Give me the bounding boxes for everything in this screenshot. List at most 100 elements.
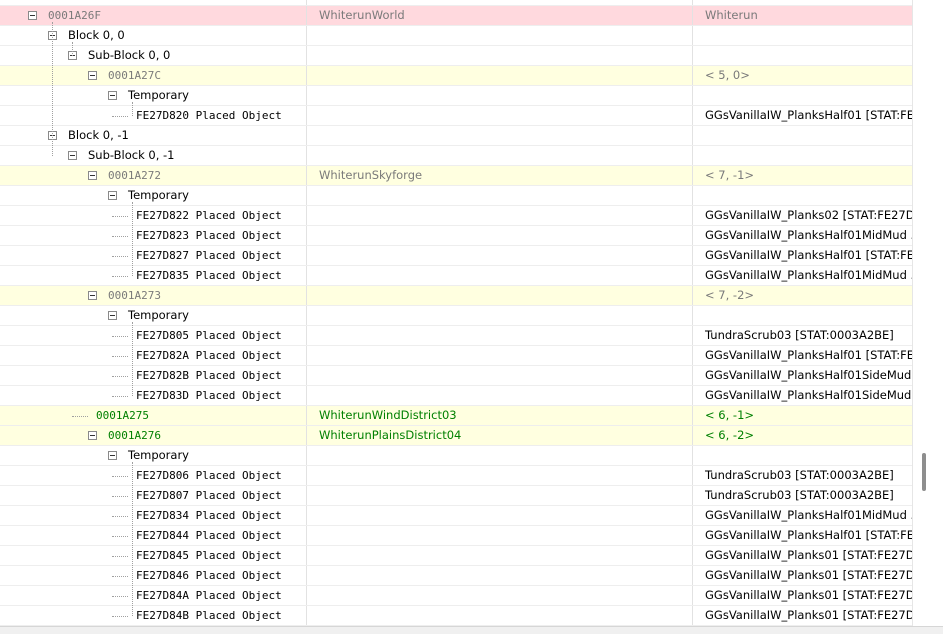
tree-node-cell[interactable]: Block 0, 0 <box>0 26 306 45</box>
scrollbar-thumb[interactable] <box>922 453 926 491</box>
tree-row[interactable]: FE27D805 Placed Object TundraScrub03 [STA… <box>0 326 913 346</box>
column-separator <box>692 86 693 105</box>
tree-node-label: FE27D823 Placed Object <box>136 229 282 242</box>
tree-node-cell[interactable]: Block 0, -1 <box>0 126 306 145</box>
tree-row[interactable]: FE27D846 Placed Object GGsVanillaIW_Plank… <box>0 566 913 586</box>
column-separator <box>692 106 693 125</box>
tree-row[interactable]: Temporary <box>0 446 913 466</box>
tree-node-cell[interactable]: FE27D807 Placed Object <box>0 486 306 505</box>
tree-node-cell[interactable]: FE27D806 Placed Object <box>0 466 306 485</box>
tree-row[interactable]: FE27D82A Placed Object GGsVanillaIW_Plank… <box>0 346 913 366</box>
tree-node-cell[interactable]: 0001A273 <box>0 286 306 305</box>
name-cell <box>697 26 913 45</box>
tree-row[interactable]: 0001A26F WhiterunWorld Whiterun <box>0 6 913 26</box>
column-separator <box>692 6 693 25</box>
tree-node-cell[interactable]: FE27D82B Placed Object <box>0 366 306 385</box>
tree-row[interactable]: Block 0, 0 <box>0 26 913 46</box>
tree-node-cell[interactable]: FE27D83D Placed Object <box>0 386 306 405</box>
tree-row[interactable]: FE27D845 Placed Object GGsVanillaIW_Plank… <box>0 546 913 566</box>
tree-node-cell[interactable]: Sub-Block 0, -1 <box>0 146 306 165</box>
tree-row[interactable]: Sub-Block 0, -1 <box>0 146 913 166</box>
tree-node-cell[interactable]: FE27D844 Placed Object <box>0 526 306 545</box>
tree-connector-line <box>112 396 128 397</box>
collapse-minus-icon[interactable] <box>88 171 97 180</box>
name-cell: GGsVanillaIW_PlanksHalf01 [STAT:FE... <box>705 248 913 262</box>
tree-row[interactable]: FE27D83D Placed Object GGsVanillaIW_Plank… <box>0 386 913 406</box>
name-cell: < 6, -2> <box>705 428 755 442</box>
editor-id-cell <box>312 246 692 265</box>
tree-node-cell[interactable]: FE27D835 Placed Object <box>0 266 306 285</box>
tree-row[interactable]: 0001A272 WhiterunSkyforge < 7, -1> <box>0 166 913 186</box>
tree-row[interactable]: FE27D844 Placed Object GGsVanillaIW_Plank… <box>0 526 913 546</box>
column-separator <box>692 46 693 65</box>
tree-node-cell[interactable]: 0001A27C <box>0 66 306 85</box>
tree-node-label: FE27D834 Placed Object <box>136 509 282 522</box>
tree-node-cell[interactable]: 0001A276 <box>0 426 306 445</box>
tree-node-cell[interactable]: FE27D84A Placed Object <box>0 586 306 605</box>
tree-node-cell[interactable]: Temporary <box>0 186 306 205</box>
editor-id-cell <box>312 486 692 505</box>
tree-row[interactable]: FE27D822 Placed Object GGsVanillaIW_Plank… <box>0 206 913 226</box>
tree-row[interactable]: Temporary <box>0 86 913 106</box>
tree-node-cell[interactable]: FE27D84B Placed Object <box>0 606 306 625</box>
tree-node-cell[interactable]: 0001A26F <box>0 6 306 25</box>
tree-node-label: Block 0, 0 <box>68 28 125 42</box>
editor-id-cell: WhiterunPlainsDistrict04 <box>319 428 462 442</box>
tree-node-cell[interactable]: FE27D834 Placed Object <box>0 506 306 525</box>
tree-row[interactable]: 0001A273 < 7, -2> <box>0 286 913 306</box>
tree-row[interactable]: 0001A27C < 5, 0> <box>0 66 913 86</box>
tree-node-cell[interactable]: FE27D822 Placed Object <box>0 206 306 225</box>
tree-node-cell[interactable] <box>0 0 306 5</box>
collapse-minus-icon[interactable] <box>108 91 117 100</box>
tree-node-cell[interactable]: FE27D827 Placed Object <box>0 246 306 265</box>
tree-node-cell[interactable]: FE27D820 Placed Object <box>0 106 306 125</box>
tree-connector-line <box>112 536 128 537</box>
tree-node-cell[interactable]: FE27D805 Placed Object <box>0 326 306 345</box>
collapse-minus-icon[interactable] <box>28 11 37 20</box>
editor-id-cell: WhiterunSkyforge <box>319 168 423 182</box>
tree-node-cell[interactable]: FE27D845 Placed Object <box>0 546 306 565</box>
tree-node-cell[interactable]: Temporary <box>0 446 306 465</box>
column-separator <box>692 506 693 525</box>
column-separator <box>306 346 307 365</box>
tree-node-cell[interactable]: FE27D82A Placed Object <box>0 346 306 365</box>
tree-row[interactable]: FE27D827 Placed Object GGsVanillaIW_Plank… <box>0 246 913 266</box>
tree-row[interactable]: FE27D82B Placed Object GGsVanillaIW_Plank… <box>0 366 913 386</box>
tree-row[interactable]: FE27D823 Placed Object GGsVanillaIW_Plank… <box>0 226 913 246</box>
tree-row[interactable]: 0001A276 WhiterunPlainsDistrict04 < 6, -2> <box>0 426 913 446</box>
tree-row[interactable]: Temporary <box>0 306 913 326</box>
tree-node-cell[interactable]: 0001A272 <box>0 166 306 185</box>
tree-row[interactable]: FE27D807 Placed Object TundraScrub03 [STA… <box>0 486 913 506</box>
collapse-minus-icon[interactable] <box>108 451 117 460</box>
tree-node-cell[interactable]: FE27D846 Placed Object <box>0 566 306 585</box>
vertical-scrollbar[interactable] <box>912 0 943 634</box>
editor-id-cell <box>312 546 692 565</box>
collapse-minus-icon[interactable] <box>108 311 117 320</box>
column-separator <box>692 586 693 605</box>
tree-row[interactable]: Temporary <box>0 186 913 206</box>
collapse-minus-icon[interactable] <box>88 291 97 300</box>
tree-node-cell[interactable]: FE27D823 Placed Object <box>0 226 306 245</box>
tree-row[interactable]: FE27D820 Placed Object GGsVanillaIW_Plank… <box>0 106 913 126</box>
collapse-minus-icon[interactable] <box>88 71 97 80</box>
tree-node-cell[interactable]: Temporary <box>0 86 306 105</box>
tree-row[interactable]: Block 0, -1 <box>0 126 913 146</box>
tree-row[interactable]: FE27D834 Placed Object GGsVanillaIW_Plank… <box>0 506 913 526</box>
tree-row[interactable]: FE27D806 Placed Object TundraScrub03 [STA… <box>0 466 913 486</box>
tree-row[interactable]: FE27D835 Placed Object GGsVanillaIW_Plank… <box>0 266 913 286</box>
tree-node-cell[interactable]: 0001A275 <box>0 406 306 425</box>
name-cell <box>697 46 913 65</box>
tree-node-cell[interactable]: Temporary <box>0 306 306 325</box>
tree-row[interactable]: Sub-Block 0, 0 <box>0 46 913 66</box>
editor-id-cell <box>312 226 692 245</box>
tree-row[interactable]: FE27D84A Placed Object GGsVanillaIW_Plank… <box>0 586 913 606</box>
collapse-minus-icon[interactable] <box>108 191 117 200</box>
tree-node-cell[interactable]: Sub-Block 0, 0 <box>0 46 306 65</box>
tree-row[interactable]: 0001A275 WhiterunWindDistrict03 < 6, -1> <box>0 406 913 426</box>
tree-connector-line <box>112 576 128 577</box>
tree-node-label: FE27D83D Placed Object <box>136 389 282 402</box>
collapse-minus-icon[interactable] <box>68 151 77 160</box>
tree-row[interactable]: FE27D84B Placed Object GGsVanillaIW_Plank… <box>0 606 913 626</box>
collapse-minus-icon[interactable] <box>88 431 97 440</box>
name-cell: GGsVanillaIW_Planks01 [STAT:FE27D... <box>705 548 913 562</box>
